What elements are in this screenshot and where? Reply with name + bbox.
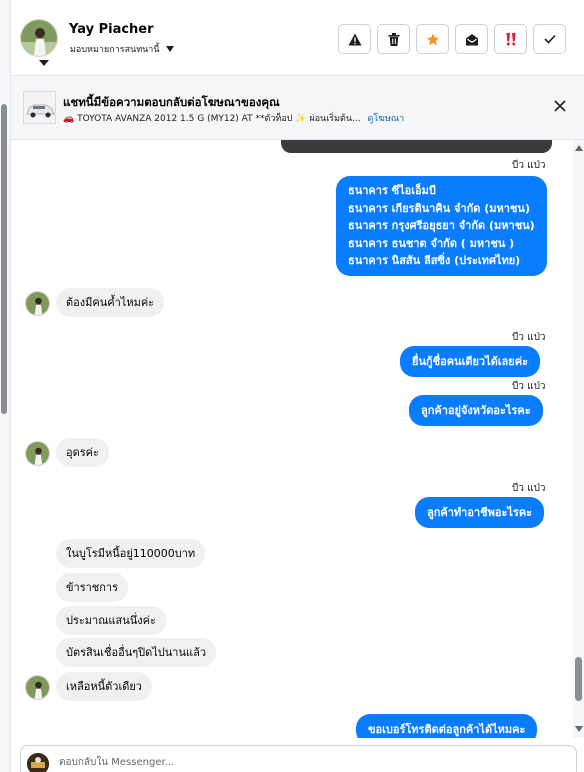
left-scrollbar-thumb[interactable] (1, 104, 7, 414)
star-button[interactable] (416, 24, 449, 54)
scrollbar-thumb[interactable] (575, 657, 582, 701)
ad-product-text: 🚗 TOYOTA AVANZA 2012 1.5 G (MY12) AT **ต… (63, 114, 361, 124)
incoming-message[interactable]: ข้าราชการ (56, 573, 128, 602)
bank-line: ธนาคาร กรุงศรีอยุธยา จำกัด (มหาชน) (348, 219, 535, 232)
double-exclamation-icon (506, 33, 515, 46)
scroll-up-icon[interactable] (575, 145, 583, 151)
outgoing-message[interactable]: ขอเบอร์โทรติดต่อลูกค้าได้ไหมคะ (356, 714, 538, 738)
flag-button[interactable] (338, 24, 371, 54)
account-caret-icon[interactable] (39, 60, 49, 66)
delete-button[interactable] (377, 24, 410, 54)
reply-composer[interactable] (20, 745, 577, 772)
check-icon (543, 34, 556, 44)
incoming-message[interactable]: ในบูโรมีหนี้อยู่110000บาท (56, 539, 206, 568)
left-panel-edge (0, 0, 11, 772)
bank-line: ธนาคาร เกียรตินาคิน จำกัด (มหาชน) (348, 201, 530, 215)
avatar-photo (26, 676, 49, 699)
bank-line: ธนาคาร ธนชาต จำกัด ( มหาชน ) (348, 236, 515, 250)
avatar-photo (26, 442, 49, 465)
assign-label: มอบหมายการสนทนานี้ (70, 45, 160, 55)
contact-avatar[interactable] (25, 675, 50, 700)
avatar-photo (26, 292, 49, 315)
conversation-header: Yay Piacher มอบหมายการสนทนานี้ (11, 0, 584, 76)
bank-line: ธนาคาร ซีไอเอ็มบี (348, 184, 436, 197)
mark-done-button[interactable] (533, 24, 566, 54)
envelope-open-icon (465, 33, 478, 45)
star-icon (426, 33, 439, 45)
messenger-conversation-panel: Yay Piacher มอบหมายการสนทนานี้ แชทนี้มีข… (0, 0, 584, 772)
contact-avatar[interactable] (25, 291, 50, 316)
outgoing-message-banks[interactable]: ธนาคาร ซีไอเอ็มบี ธนาคาร เกียรตินาคิน จำ… (336, 176, 547, 276)
page-avatar (27, 753, 49, 772)
reply-input[interactable] (59, 752, 539, 772)
thread-scrollbar[interactable] (573, 140, 584, 738)
car-image (24, 92, 55, 123)
incoming-message[interactable]: บัตรสินเชื่ออื่นๆปิดไปนานแล้ว (56, 638, 216, 667)
incoming-message[interactable]: ประมาณแสนนึ่งค่ะ (56, 606, 166, 635)
user-avatar[interactable] (20, 19, 58, 57)
ad-thumbnail[interactable] (23, 91, 56, 124)
outgoing-message[interactable]: ลูกค้าทำอาชีพอะไรคะ (415, 497, 545, 528)
bank-line: ธนาคาร นิสสัน ลีสซิ่ง (ประเทศไทย) (348, 254, 521, 267)
scroll-down-icon[interactable] (575, 726, 583, 732)
seen-indicator: บีว แป่ว (512, 160, 546, 171)
ad-banner-title: แชทนี้มีข้อความตอบกลับต่อโฆษณาของคุณ (63, 95, 280, 109)
incoming-message[interactable]: เหลือหนี้ตัวเดียว (56, 672, 152, 701)
warning-icon (348, 33, 361, 45)
view-ad-link[interactable]: ดูโฆษณา (368, 114, 405, 124)
contact-avatar[interactable] (25, 441, 50, 466)
close-icon[interactable] (553, 99, 567, 113)
assign-conversation-dropdown[interactable]: มอบหมายการสนทนานี้ (70, 42, 174, 56)
outgoing-message[interactable]: ลูกค้าอยู่จังหวัดอะไรคะ (409, 395, 543, 426)
ad-reply-banner: แชทนี้มีข้อความตอบกลับต่อโฆษณาของคุณ 🚗 T… (11, 76, 584, 140)
mark-unread-button[interactable] (455, 24, 488, 54)
incoming-message[interactable]: ต้องมีคนค้ำไหมค่ะ (56, 288, 165, 317)
incoming-message[interactable]: อุดรค่ะ (56, 438, 109, 467)
avatar-photo (27, 753, 49, 772)
contact-name[interactable]: Yay Piacher (69, 22, 154, 37)
message-thread[interactable]: บีว แป่ว ธนาคาร ซีไอเอ็มบี ธนาคาร เกียรต… (11, 140, 573, 738)
chevron-down-icon (165, 46, 174, 52)
conversation-actions (338, 24, 566, 54)
trash-icon (388, 32, 399, 46)
outgoing-message[interactable]: ยื่นกู้ชื่อคนเดียวได้เลยค่ะ (400, 346, 540, 377)
seen-indicator: บีว แป่ว (512, 381, 546, 392)
ad-banner-subtitle: 🚗 TOYOTA AVANZA 2012 1.5 G (MY12) AT **ต… (63, 111, 404, 125)
follow-up-button[interactable] (494, 24, 527, 54)
shared-card-partial[interactable] (281, 140, 552, 153)
avatar-photo (21, 20, 57, 56)
seen-indicator: บีว แป่ว (512, 483, 546, 494)
seen-indicator: บีว แป่ว (512, 332, 546, 343)
